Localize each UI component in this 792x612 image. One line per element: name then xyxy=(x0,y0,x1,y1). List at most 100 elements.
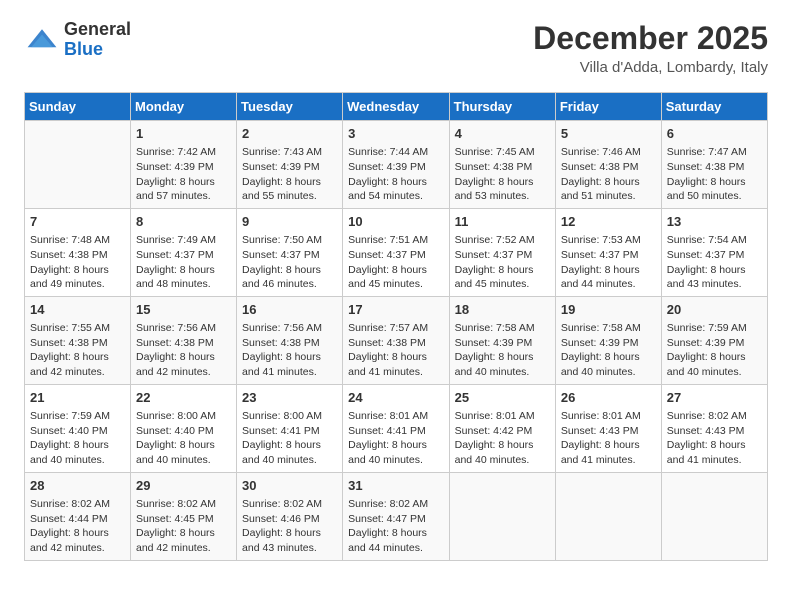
daylight-text: Daylight: 8 hours and 51 minutes. xyxy=(561,175,656,204)
calendar-cell: 30Sunrise: 8:02 AMSunset: 4:46 PMDayligh… xyxy=(237,472,343,560)
day-number: 2 xyxy=(242,125,337,143)
sunset-text: Sunset: 4:38 PM xyxy=(561,160,656,175)
sunrise-text: Sunrise: 8:01 AM xyxy=(455,409,550,424)
col-header-friday: Friday xyxy=(555,93,661,121)
day-info: Sunrise: 8:00 AMSunset: 4:41 PMDaylight:… xyxy=(242,409,337,468)
sunset-text: Sunset: 4:38 PM xyxy=(455,160,550,175)
sunrise-text: Sunrise: 8:02 AM xyxy=(30,497,125,512)
sunrise-text: Sunrise: 7:48 AM xyxy=(30,233,125,248)
sunrise-text: Sunrise: 8:02 AM xyxy=(136,497,231,512)
logo-blue: Blue xyxy=(64,39,103,59)
sunset-text: Sunset: 4:42 PM xyxy=(455,424,550,439)
day-number: 6 xyxy=(667,125,762,143)
sunrise-text: Sunrise: 8:01 AM xyxy=(348,409,443,424)
day-info: Sunrise: 8:00 AMSunset: 4:40 PMDaylight:… xyxy=(136,409,231,468)
daylight-text: Daylight: 8 hours and 41 minutes. xyxy=(561,438,656,467)
calendar-week-row: 21 Sunrise: 7:59 AM Sunset: 4:40 PM Dayligh… xyxy=(25,384,768,472)
daylight-text: Daylight: 8 hours and 40 minutes. xyxy=(455,438,550,467)
day-info: Sunrise: 7:59 AMSunset: 4:39 PMDaylight:… xyxy=(667,321,762,380)
calendar-cell: 15Sunrise: 7:56 AMSunset: 4:38 PMDayligh… xyxy=(131,296,237,384)
sunrise-text: Sunrise: 7:45 AM xyxy=(455,145,550,160)
sunrise-text: Sunrise: 7:53 AM xyxy=(561,233,656,248)
day-info: Sunrise: 7:43 AMSunset: 4:39 PMDaylight:… xyxy=(242,145,337,204)
sunset-text: Sunset: 4:37 PM xyxy=(455,248,550,263)
day-number: 28 xyxy=(30,477,125,495)
day-info: Sunrise: 8:01 AMSunset: 4:43 PMDaylight:… xyxy=(561,409,656,468)
daylight-text: Daylight: 8 hours and 40 minutes. xyxy=(348,438,443,467)
calendar-cell: 10 Sunrise: 7:51 AMSunset: 4:37 PMDayligh… xyxy=(343,208,449,296)
sunrise-text: Sunrise: 7:57 AM xyxy=(348,321,443,336)
logo-icon xyxy=(24,22,60,58)
calendar-cell: 27Sunrise: 8:02 AMSunset: 4:43 PMDayligh… xyxy=(661,384,767,472)
sunset-text: Sunset: 4:38 PM xyxy=(30,248,125,263)
day-number: 3 xyxy=(348,125,443,143)
calendar-table: SundayMondayTuesdayWednesdayThursdayFrid… xyxy=(24,92,768,561)
day-number: 13 xyxy=(667,213,762,231)
daylight-text: Daylight: 8 hours and 40 minutes. xyxy=(30,438,125,467)
sunset-text: Sunset: 4:39 PM xyxy=(561,336,656,351)
sunset-text: Sunset: 4:43 PM xyxy=(561,424,656,439)
calendar-cell: 22Sunrise: 8:00 AMSunset: 4:40 PMDayligh… xyxy=(131,384,237,472)
daylight-text: Daylight: 8 hours and 49 minutes. xyxy=(30,263,125,292)
day-info: Sunrise: 7:42 AMSunset: 4:39 PMDaylight:… xyxy=(136,145,231,204)
daylight-text: Daylight: 8 hours and 40 minutes. xyxy=(561,350,656,379)
sunset-text: Sunset: 4:43 PM xyxy=(667,424,762,439)
day-info: Sunrise: 7:50 AMSunset: 4:37 PMDaylight:… xyxy=(242,233,337,292)
day-number: 20 xyxy=(667,301,762,319)
col-header-thursday: Thursday xyxy=(449,93,555,121)
daylight-text: Daylight: 8 hours and 41 minutes. xyxy=(667,438,762,467)
daylight-text: Daylight: 8 hours and 42 minutes. xyxy=(30,350,125,379)
day-number: 18 xyxy=(455,301,550,319)
daylight-text: Daylight: 8 hours and 40 minutes. xyxy=(455,350,550,379)
day-info: Sunrise: 8:02 AMSunset: 4:43 PMDaylight:… xyxy=(667,409,762,468)
sunrise-text: Sunrise: 7:56 AM xyxy=(136,321,231,336)
sunset-text: Sunset: 4:38 PM xyxy=(136,336,231,351)
sunset-text: Sunset: 4:41 PM xyxy=(348,424,443,439)
calendar-cell: 3Sunrise: 7:44 AMSunset: 4:39 PMDaylight… xyxy=(343,121,449,209)
sunset-text: Sunset: 4:40 PM xyxy=(136,424,231,439)
sunrise-text: Sunrise: 7:51 AM xyxy=(348,233,443,248)
calendar-cell: 20 Sunrise: 7:59 AMSunset: 4:39 PMDayligh… xyxy=(661,296,767,384)
sunset-text: Sunset: 4:37 PM xyxy=(348,248,443,263)
daylight-text: Daylight: 8 hours and 45 minutes. xyxy=(348,263,443,292)
sunrise-text: Sunrise: 7:55 AM xyxy=(30,321,125,336)
sunrise-text: Sunrise: 7:59 AM xyxy=(30,409,125,424)
day-info: Sunrise: 7:51 AMSunset: 4:37 PMDaylight:… xyxy=(348,233,443,292)
day-number: 24 xyxy=(348,389,443,407)
day-info: Sunrise: 7:58 AMSunset: 4:39 PMDaylight:… xyxy=(455,321,550,380)
sunrise-text: Sunrise: 7:49 AM xyxy=(136,233,231,248)
calendar-cell: 12Sunrise: 7:53 AMSunset: 4:37 PMDayligh… xyxy=(555,208,661,296)
day-info: Sunrise: 7:49 AMSunset: 4:37 PMDaylight:… xyxy=(136,233,231,292)
sunrise-text: Sunrise: 8:01 AM xyxy=(561,409,656,424)
calendar-cell: 28Sunrise: 8:02 AMSunset: 4:44 PMDayligh… xyxy=(25,472,131,560)
sunset-text: Sunset: 4:46 PM xyxy=(242,512,337,527)
day-number: 26 xyxy=(561,389,656,407)
daylight-text: Daylight: 8 hours and 54 minutes. xyxy=(348,175,443,204)
sunrise-text: Sunrise: 7:47 AM xyxy=(667,145,762,160)
day-number: 7 xyxy=(30,213,125,231)
day-info: Sunrise: 7:54 AMSunset: 4:37 PMDaylight:… xyxy=(667,233,762,292)
sunrise-text: Sunrise: 8:02 AM xyxy=(348,497,443,512)
calendar-cell: 24 Sunrise: 8:01 AMSunset: 4:41 PMDayligh… xyxy=(343,384,449,472)
daylight-text: Daylight: 8 hours and 55 minutes. xyxy=(242,175,337,204)
sunset-text: Sunset: 4:41 PM xyxy=(242,424,337,439)
daylight-text: Daylight: 8 hours and 42 minutes. xyxy=(30,526,125,555)
calendar-cell: 7 Sunrise: 7:48 AMSunset: 4:38 PMDaylight… xyxy=(25,208,131,296)
calendar-cell: 31Sunrise: 8:02 AMSunset: 4:47 PMDayligh… xyxy=(343,472,449,560)
day-number: 11 xyxy=(455,213,550,231)
day-info: Sunrise: 7:55 AMSunset: 4:38 PMDaylight:… xyxy=(30,321,125,380)
day-number: 30 xyxy=(242,477,337,495)
sunrise-text: Sunrise: 7:56 AM xyxy=(242,321,337,336)
day-info: Sunrise: 7:56 AMSunset: 4:38 PMDaylight:… xyxy=(136,321,231,380)
sunset-text: Sunset: 4:47 PM xyxy=(348,512,443,527)
day-info: Sunrise: 7:53 AMSunset: 4:37 PMDaylight:… xyxy=(561,233,656,292)
sunrise-text: Sunrise: 7:58 AM xyxy=(455,321,550,336)
day-number: 21 xyxy=(30,389,125,407)
title-block: December 2025 Villa d'Adda, Lombardy, It… xyxy=(533,20,768,76)
day-number: 29 xyxy=(136,477,231,495)
calendar-cell: 25Sunrise: 8:01 AMSunset: 4:42 PMDayligh… xyxy=(449,384,555,472)
day-number: 4 xyxy=(455,125,550,143)
day-info: Sunrise: 7:46 AMSunset: 4:38 PMDaylight:… xyxy=(561,145,656,204)
day-number: 19 xyxy=(561,301,656,319)
day-number: 10 xyxy=(348,213,443,231)
